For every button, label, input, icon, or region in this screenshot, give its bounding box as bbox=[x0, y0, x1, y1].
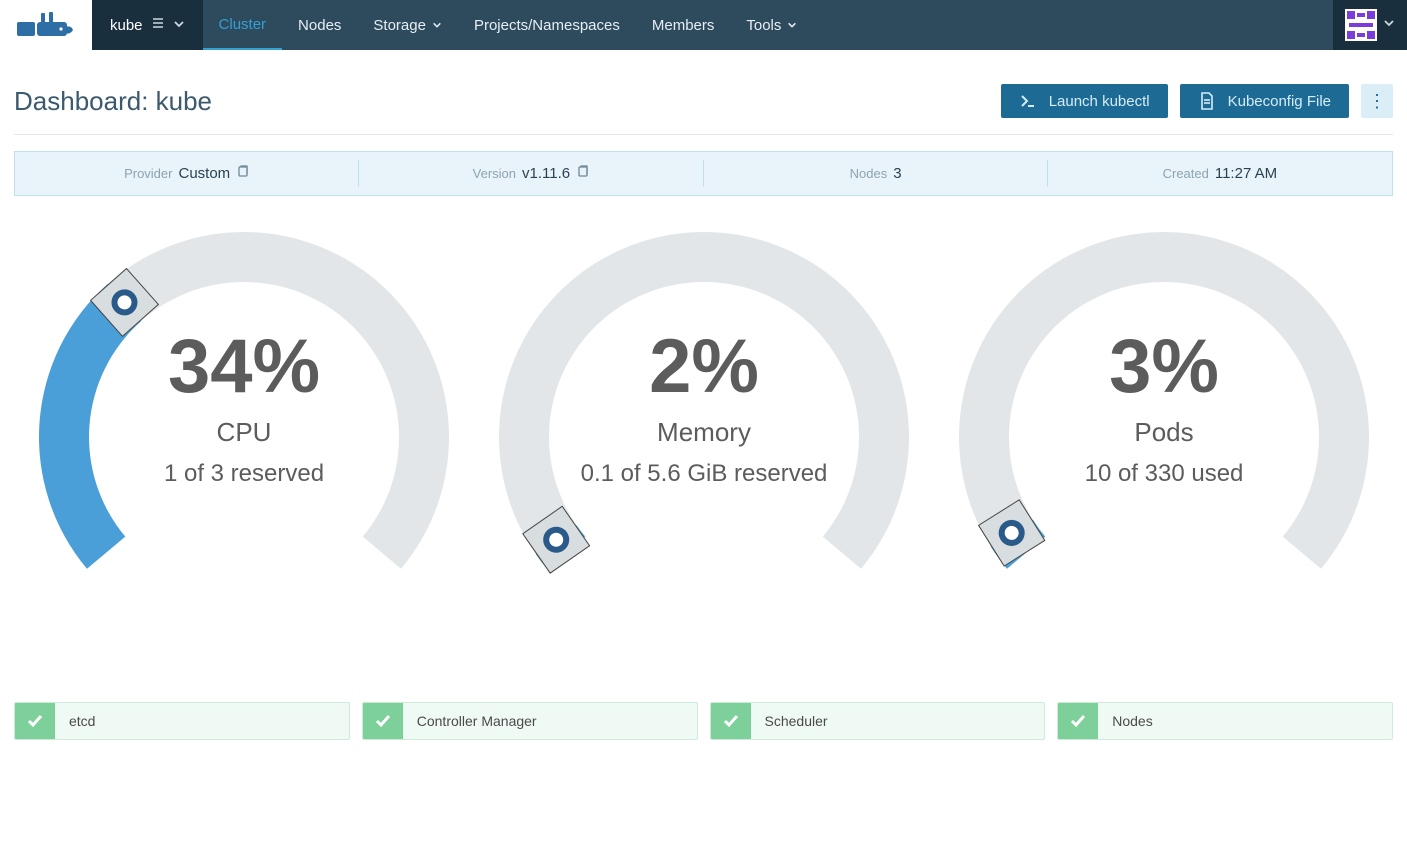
component-etcd[interactable]: etcd bbox=[14, 702, 350, 740]
rancher-logo[interactable] bbox=[0, 0, 92, 50]
svg-text:Pods: Pods bbox=[1134, 417, 1193, 447]
nav-storage[interactable]: Storage bbox=[357, 0, 458, 50]
avatar-icon bbox=[1345, 9, 1377, 41]
components-row: etcd Controller Manager Scheduler Nodes bbox=[0, 702, 1407, 740]
copy-icon[interactable] bbox=[236, 164, 250, 183]
launch-kubectl-button[interactable]: Launch kubectl bbox=[1001, 84, 1168, 118]
check-icon bbox=[1058, 703, 1098, 739]
info-version: Version v1.11.6 bbox=[359, 152, 703, 195]
chevron-down-icon bbox=[432, 17, 442, 34]
component-nodes[interactable]: Nodes bbox=[1057, 702, 1393, 740]
svg-text:3%: 3% bbox=[1109, 324, 1219, 409]
svg-text:10 of 330 used: 10 of 330 used bbox=[1085, 460, 1244, 487]
chevron-down-icon bbox=[1383, 16, 1395, 34]
list-icon bbox=[151, 16, 165, 34]
component-scheduler[interactable]: Scheduler bbox=[710, 702, 1046, 740]
svg-text:1 of 3 reserved: 1 of 3 reserved bbox=[164, 460, 324, 487]
nav-members[interactable]: Members bbox=[636, 0, 731, 50]
gauge-memory: 2% Memory 0.1 of 5.6 GiB reserved bbox=[474, 232, 934, 592]
copy-icon[interactable] bbox=[576, 164, 590, 183]
svg-text:Memory: Memory bbox=[657, 417, 751, 447]
nav-tools[interactable]: Tools bbox=[730, 0, 813, 50]
user-menu[interactable] bbox=[1333, 0, 1407, 50]
cluster-name: kube bbox=[110, 17, 143, 34]
page-title: Dashboard: kube bbox=[14, 86, 212, 117]
svg-text:34%: 34% bbox=[168, 324, 320, 409]
cluster-info-bar: Provider Custom Version v1.11.6 Nodes 3 … bbox=[14, 151, 1393, 196]
info-provider: Provider Custom bbox=[15, 152, 359, 195]
chevron-down-icon bbox=[173, 17, 185, 34]
kebab-icon: ⋮ bbox=[1368, 91, 1386, 112]
svg-text:2%: 2% bbox=[649, 324, 759, 409]
svg-text:CPU: CPU bbox=[217, 417, 272, 447]
nav-projects[interactable]: Projects/Namespaces bbox=[458, 0, 636, 50]
gauges-row: 34% CPU 1 of 3 reserved 2% Memory 0.1 of 5.6… bbox=[14, 232, 1393, 592]
component-controller-manager[interactable]: Controller Manager bbox=[362, 702, 698, 740]
info-created: Created 11:27 AM bbox=[1048, 152, 1392, 195]
check-icon bbox=[363, 703, 403, 739]
page-actions: Launch kubectl Kubeconfig File ⋮ bbox=[1001, 84, 1393, 118]
gauge-pods: 3% Pods 10 of 330 used bbox=[934, 232, 1394, 592]
chevron-down-icon bbox=[787, 17, 797, 34]
check-icon bbox=[711, 703, 751, 739]
nav-nodes[interactable]: Nodes bbox=[282, 0, 357, 50]
more-actions-button[interactable]: ⋮ bbox=[1361, 84, 1393, 118]
check-icon bbox=[15, 703, 55, 739]
terminal-icon bbox=[1019, 92, 1037, 110]
nav-cluster[interactable]: Cluster bbox=[203, 0, 283, 50]
info-nodes: Nodes 3 bbox=[704, 152, 1048, 195]
svg-text:0.1 of 5.6 GiB reserved: 0.1 of 5.6 GiB reserved bbox=[581, 460, 828, 487]
top-nav: kube Cluster Nodes Storage Projects/Name… bbox=[0, 0, 1407, 50]
kubeconfig-button[interactable]: Kubeconfig File bbox=[1180, 84, 1349, 118]
file-icon bbox=[1198, 92, 1216, 110]
gauge-cpu: 34% CPU 1 of 3 reserved bbox=[14, 232, 474, 592]
cluster-selector[interactable]: kube bbox=[92, 0, 203, 50]
page-header: Dashboard: kube Launch kubectl Kubeconfi… bbox=[14, 64, 1393, 135]
